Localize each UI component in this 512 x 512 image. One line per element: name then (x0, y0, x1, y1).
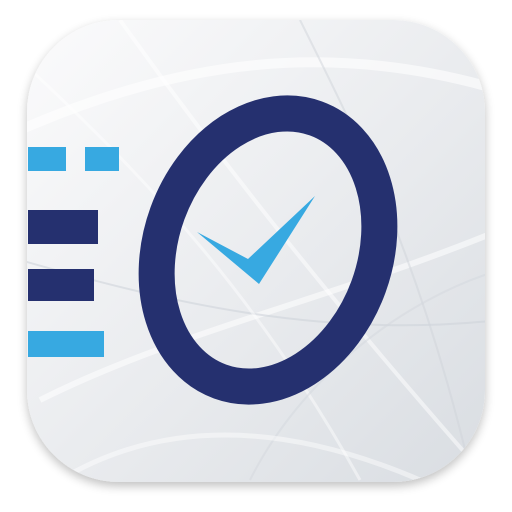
bar-cyan-4 (28, 331, 104, 357)
app-icon[interactable] (0, 0, 512, 512)
bar-cyan-1b (85, 147, 119, 171)
bar-navy-3 (28, 269, 94, 301)
bar-navy-2 (28, 210, 98, 244)
app-icon-canvas (0, 0, 512, 512)
bar-cyan-1a (28, 147, 66, 171)
icon-tile (27, 20, 485, 482)
